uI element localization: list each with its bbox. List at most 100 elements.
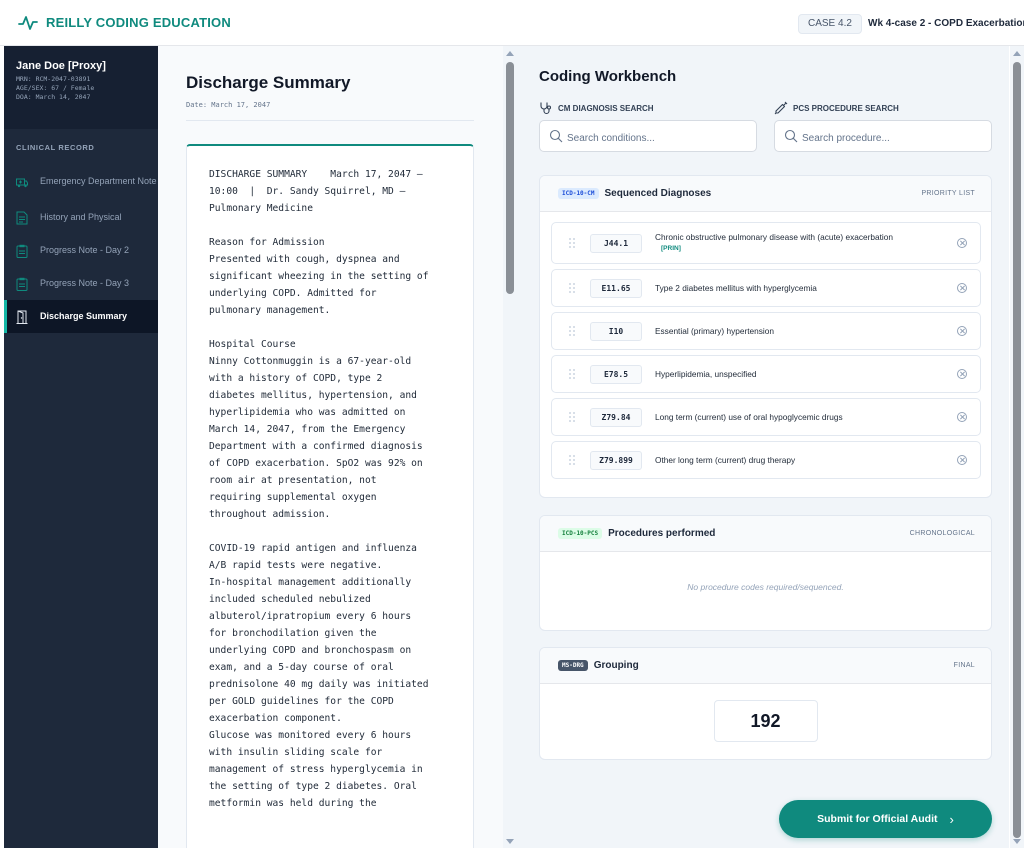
diagnosis-code: Z79.84 <box>590 407 642 427</box>
pcs-search-label: PCS PROCEDURE SEARCH <box>774 101 899 115</box>
clipboard-icon <box>16 277 28 291</box>
patient-age-sex: AGE/SEX: 67 / Female <box>16 84 95 92</box>
clinical-record-label: CLINICAL RECORD <box>16 143 95 152</box>
pcs-search-box[interactable] <box>774 120 992 152</box>
drag-handle-icon[interactable] <box>569 325 575 337</box>
sidebar-item-discharge-summary[interactable]: Discharge Summary <box>4 300 158 333</box>
drag-handle-icon[interactable] <box>569 368 575 380</box>
diagnosis-row[interactable]: I10 Essential (primary) hypertension <box>551 312 981 350</box>
ambulance-icon <box>16 175 28 189</box>
door-exit-icon <box>16 310 28 324</box>
diagnosis-code: I10 <box>590 321 642 341</box>
case-title: Wk 4-case 2 - COPD Exacerbation <box>868 18 1024 29</box>
sidebar-item-label: Emergency Department Note <box>40 176 157 186</box>
patient-doa: DOA: March 14, 2047 <box>16 93 91 101</box>
diagnosis-row[interactable]: E11.65 Type 2 diabetes mellitus with hyp… <box>551 269 981 307</box>
document-body: DISCHARGE SUMMARY March 17, 2047 — 10:00… <box>209 169 429 809</box>
coding-workbench: Coding Workbench CM DIAGNOSIS SEARCH PCS… <box>517 46 1009 848</box>
priority-list-label: PRIORITY LIST <box>921 190 975 197</box>
document-scrollbar[interactable] <box>503 46 517 848</box>
diagnosis-row[interactable]: J44.1 Chronic obstructive pulmonary dise… <box>551 222 981 264</box>
scroll-up-arrow[interactable] <box>1013 51 1021 56</box>
document-title: Discharge Summary <box>186 73 351 92</box>
diagnosis-description: Type 2 diabetes mellitus with hyperglyce… <box>655 282 817 293</box>
cm-search-label: CM DIAGNOSIS SEARCH <box>539 101 654 115</box>
diagnosis-description: Hyperlipidemia, unspecified <box>655 368 757 379</box>
diagnosis-description: Long term (current) use of oral hypoglyc… <box>655 411 843 422</box>
icd-10-pcs-tag: ICD-10-PCS <box>558 528 603 539</box>
diagnosis-code: E11.65 <box>590 278 642 298</box>
scrollbar-thumb[interactable] <box>1013 62 1021 838</box>
remove-icon[interactable] <box>957 412 967 422</box>
icd-10-cm-tag: ICD-10-CM <box>558 188 599 199</box>
remove-icon[interactable] <box>957 283 967 293</box>
diagnosis-list: J44.1 Chronic obstructive pulmonary dise… <box>540 212 991 479</box>
patient-mrn: MRN: RCM-2047-03891 <box>16 75 91 83</box>
diagnosis-description: Chronic obstructive pulmonary disease wi… <box>655 232 945 254</box>
brand[interactable]: REILLY CODING EDUCATION <box>18 15 231 31</box>
workbench-scrollbar[interactable] <box>1010 46 1024 848</box>
clinical-record-nav: Emergency Department Note History and Ph… <box>4 162 158 333</box>
top-bar: REILLY CODING EDUCATION CASE 4.2 Wk 4-ca… <box>0 0 1024 46</box>
remove-icon[interactable] <box>957 455 967 465</box>
sidebar-item-label: Progress Note - Day 3 <box>40 278 130 288</box>
sidebar-item-label: Progress Note - Day 2 <box>40 245 130 255</box>
search-icon <box>784 129 798 143</box>
remove-icon[interactable] <box>957 369 967 379</box>
document-pane: Discharge Summary Date: March 17, 2047 D… <box>158 46 503 848</box>
sequenced-diagnoses-panel: ICD-10-CM Sequenced Diagnoses PRIORITY L… <box>539 175 992 498</box>
cm-search-input[interactable] <box>567 132 747 144</box>
sidebar-item-emergency-department-note[interactable]: Emergency Department Note <box>4 162 158 201</box>
chronological-label: CHRONOLOGICAL <box>909 530 975 537</box>
diagnosis-code: E78.5 <box>590 364 642 384</box>
remove-icon[interactable] <box>957 238 967 248</box>
patient-card: Jane Doe [Proxy] MRN: RCM-2047-03891 AGE… <box>4 46 158 129</box>
diagnosis-row[interactable]: Z79.84 Long term (current) use of oral h… <box>551 398 981 436</box>
patient-name: Jane Doe [Proxy] <box>16 60 106 72</box>
document-icon <box>16 211 28 225</box>
drag-handle-icon[interactable] <box>569 237 575 249</box>
sidebar-item-progress-note-day-3[interactable]: Progress Note - Day 3 <box>4 267 158 300</box>
drag-handle-icon[interactable] <box>569 411 575 423</box>
diagnosis-description: Other long term (current) drug therapy <box>655 454 796 465</box>
sidebar: Jane Doe [Proxy] MRN: RCM-2047-03891 AGE… <box>4 46 158 848</box>
syringe-icon <box>774 101 788 115</box>
submit-for-official-audit-button[interactable]: Submit for Official Audit › <box>779 800 992 838</box>
drag-handle-icon[interactable] <box>569 454 575 466</box>
final-label: FINAL <box>953 662 975 669</box>
grouping-panel: MS-DRG Grouping FINAL 192 <box>539 647 992 760</box>
panel-header: MS-DRG Grouping FINAL <box>540 648 991 684</box>
panel-header: ICD-10-CM Sequenced Diagnoses PRIORITY L… <box>540 176 991 212</box>
brand-name: REILLY CODING EDUCATION <box>46 15 231 30</box>
pcs-search-input[interactable] <box>802 132 982 144</box>
scroll-up-arrow[interactable] <box>506 51 514 56</box>
drag-handle-icon[interactable] <box>569 282 575 294</box>
drg-value: 192 <box>713 700 818 742</box>
pulse-icon <box>18 15 38 30</box>
diagnosis-row[interactable]: E78.5 Hyperlipidemia, unspecified <box>551 355 981 393</box>
divider <box>186 120 474 121</box>
sidebar-item-progress-note-day-2[interactable]: Progress Note - Day 2 <box>4 234 158 267</box>
panel-header: ICD-10-PCS Procedures performed CHRONOLO… <box>540 516 991 552</box>
scroll-down-arrow[interactable] <box>1013 839 1021 844</box>
chevron-right-icon: › <box>949 811 954 827</box>
ms-drg-tag: MS-DRG <box>558 660 588 671</box>
scrollbar-thumb[interactable] <box>506 62 514 294</box>
stethoscope-icon <box>540 102 552 115</box>
empty-procedures-message: No procedure codes required/sequenced. <box>687 582 844 592</box>
patient-meta: MRN: RCM-2047-03891 AGE/SEX: 67 / Female… <box>16 75 146 102</box>
case-badge: CASE 4.2 <box>798 14 862 34</box>
sidebar-item-history-and-physical[interactable]: History and Physical <box>4 201 158 234</box>
search-icon <box>549 129 563 143</box>
diagnosis-description-text: Chronic obstructive pulmonary disease wi… <box>655 232 893 242</box>
sidebar-item-label: Discharge Summary <box>40 311 128 321</box>
diagnosis-code: J44.1 <box>590 233 642 253</box>
cm-search-box[interactable] <box>539 120 757 152</box>
scroll-down-arrow[interactable] <box>506 839 514 844</box>
clipboard-icon <box>16 244 28 258</box>
submit-label: Submit for Official Audit <box>817 813 938 825</box>
workbench-title: Coding Workbench <box>539 68 677 85</box>
remove-icon[interactable] <box>957 326 967 336</box>
diagnosis-row[interactable]: Z79.899 Other long term (current) drug t… <box>551 441 981 479</box>
sidebar-item-label: History and Physical <box>40 212 122 222</box>
